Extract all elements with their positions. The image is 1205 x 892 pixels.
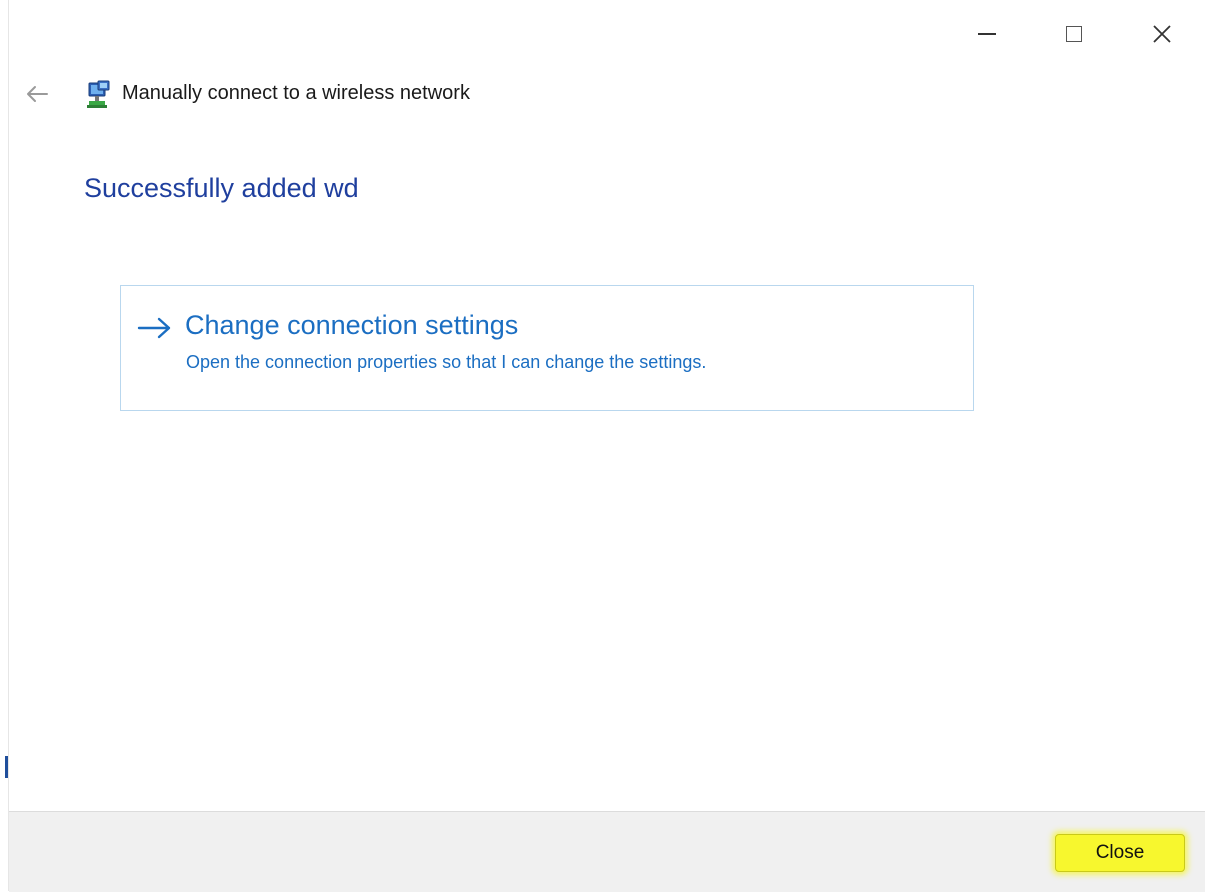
dialog-footer: Close bbox=[9, 811, 1205, 892]
arrow-right-icon bbox=[137, 317, 171, 339]
minimize-icon bbox=[978, 33, 996, 35]
back-button[interactable] bbox=[21, 80, 53, 108]
command-link-description: Open the connection properties so that I… bbox=[186, 352, 707, 372]
maximize-icon bbox=[1066, 26, 1082, 42]
window-title: Manually connect to a wireless network bbox=[122, 82, 470, 104]
change-connection-settings-link[interactable]: Change connection settings Open the conn… bbox=[120, 285, 974, 411]
maximize-button[interactable] bbox=[1054, 14, 1094, 54]
close-window-button[interactable] bbox=[1142, 14, 1182, 54]
page-headline: Successfully added wd bbox=[84, 173, 359, 203]
minimize-button[interactable] bbox=[967, 14, 1007, 54]
command-link-title: Change connection settings bbox=[185, 310, 519, 340]
close-icon bbox=[1153, 25, 1171, 43]
dialog-window: Manually connect to a wireless network S… bbox=[8, 0, 1205, 892]
close-button[interactable]: Close bbox=[1055, 834, 1185, 872]
network-icon bbox=[87, 80, 110, 108]
back-arrow-icon bbox=[27, 86, 48, 102]
